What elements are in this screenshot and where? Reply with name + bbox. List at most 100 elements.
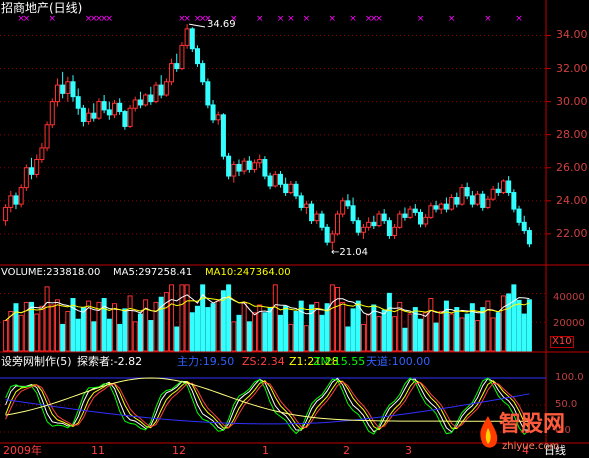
signal-marker: ×: [303, 14, 311, 24]
candle-body: [23, 167, 29, 189]
candle-body: [376, 213, 382, 227]
volume-bar: [65, 310, 71, 352]
candle-body: [148, 94, 154, 103]
volume-bar: [443, 300, 449, 352]
candle-body: [194, 48, 200, 65]
volume-bar: [355, 300, 361, 352]
candle-body: [65, 81, 71, 94]
volume-bar: [75, 318, 81, 352]
volume-bar: [246, 321, 252, 352]
candle-body: [13, 195, 19, 205]
volume-bar: [179, 284, 185, 352]
time-label-12: 12: [172, 444, 186, 457]
volume-bar: [288, 323, 294, 352]
signal-marker: ×: [448, 14, 456, 24]
signal-marker: ×: [375, 14, 383, 24]
candle-body: [117, 102, 123, 113]
candle-body: [335, 213, 341, 235]
candle-body: [454, 197, 460, 205]
volume-label: VOLUME:233818.00: [1, 267, 101, 278]
volume-bar: [423, 312, 429, 352]
volume-bar: [70, 298, 76, 352]
candle-body: [355, 220, 361, 233]
volume-bar: [54, 299, 60, 352]
volume-bar: [417, 318, 423, 352]
volume-bar: [340, 301, 346, 352]
signal-marker: ×: [349, 14, 357, 24]
candle-body: [137, 99, 143, 106]
volume-bar: [495, 312, 501, 352]
volume-bar: [34, 313, 40, 352]
volume-unit-badge: X10: [550, 336, 574, 348]
candle-body: [397, 213, 403, 228]
candle-body: [75, 96, 81, 109]
volume-bar: [516, 299, 522, 352]
volume-ma5-label: MA5:297258.41: [113, 267, 193, 278]
indicator-tiandi: 天道:100.00: [366, 355, 431, 368]
volume-bar: [143, 299, 149, 352]
candle-body: [215, 114, 221, 121]
candle-body: [459, 187, 465, 205]
volume-bar: [407, 313, 413, 352]
candle-body: [34, 158, 40, 175]
volume-bar: [500, 295, 506, 352]
signal-marker: ×: [48, 14, 56, 24]
volume-bar: [3, 320, 9, 352]
candle-body: [495, 188, 501, 194]
volume-bar: [319, 314, 325, 352]
candle-body: [360, 226, 366, 233]
signal-marker: ×: [484, 14, 492, 24]
price-tick-label: 24.00: [556, 193, 588, 207]
volume-bar: [39, 305, 45, 352]
candle-body: [433, 205, 439, 210]
candle-body: [262, 158, 268, 177]
time-label-11: 11: [91, 444, 105, 457]
candle-body: [8, 195, 14, 208]
candle-body: [392, 226, 398, 237]
candle-body: [475, 193, 481, 205]
volume-bar: [454, 307, 460, 352]
volume-bar: [490, 317, 496, 352]
volume-bar: [241, 301, 247, 352]
stock-chart[interactable]: ×× × ××××× ×× ××× × × × × × × × ××× × × × ×: [0, 0, 589, 458]
volume-tick-20000: 20000: [553, 318, 585, 329]
volume-ma10-label: MA10:247364.00: [205, 267, 291, 278]
candle-body: [189, 28, 195, 50]
candle-body: [44, 124, 50, 149]
volume-bar: [127, 295, 133, 352]
signal-marker: ×: [277, 14, 285, 24]
candle-body: [407, 208, 413, 218]
candle-body: [490, 188, 496, 200]
watermark: 智股网 zhiyue.com: [476, 412, 586, 458]
candle-body: [220, 114, 226, 157]
candle-body: [101, 101, 107, 111]
watermark-url: zhiyue.com: [502, 441, 560, 452]
indicator-tansuo: 探索者:-2.82: [77, 355, 143, 368]
volume-bar: [526, 299, 532, 352]
candle-body: [506, 180, 512, 194]
candle-body: [80, 107, 86, 122]
candle-body: [521, 221, 527, 232]
indicator-zs: ZS:2.34: [242, 355, 285, 368]
candle-body: [469, 195, 475, 205]
volume-bar: [252, 312, 258, 352]
price-tick-label: 28.00: [556, 127, 588, 141]
candle-body: [526, 230, 532, 245]
indicator-tick-100: 100.0: [555, 372, 584, 383]
candle-body: [96, 101, 102, 119]
candle-body: [329, 233, 335, 243]
volume-bar: [335, 286, 341, 352]
candle-body: [200, 63, 206, 83]
volume-bar: [91, 321, 97, 352]
volume-bar: [521, 313, 527, 352]
candle-body: [288, 183, 294, 194]
volume-bar: [329, 284, 335, 352]
candle-body: [314, 213, 320, 222]
candle-body: [277, 173, 283, 185]
candle-body: [91, 112, 97, 119]
volume-bar: [293, 310, 299, 352]
volume-bar: [60, 323, 66, 352]
candle-body: [340, 200, 346, 215]
candle-body: [70, 81, 76, 98]
volume-bar: [205, 307, 211, 352]
